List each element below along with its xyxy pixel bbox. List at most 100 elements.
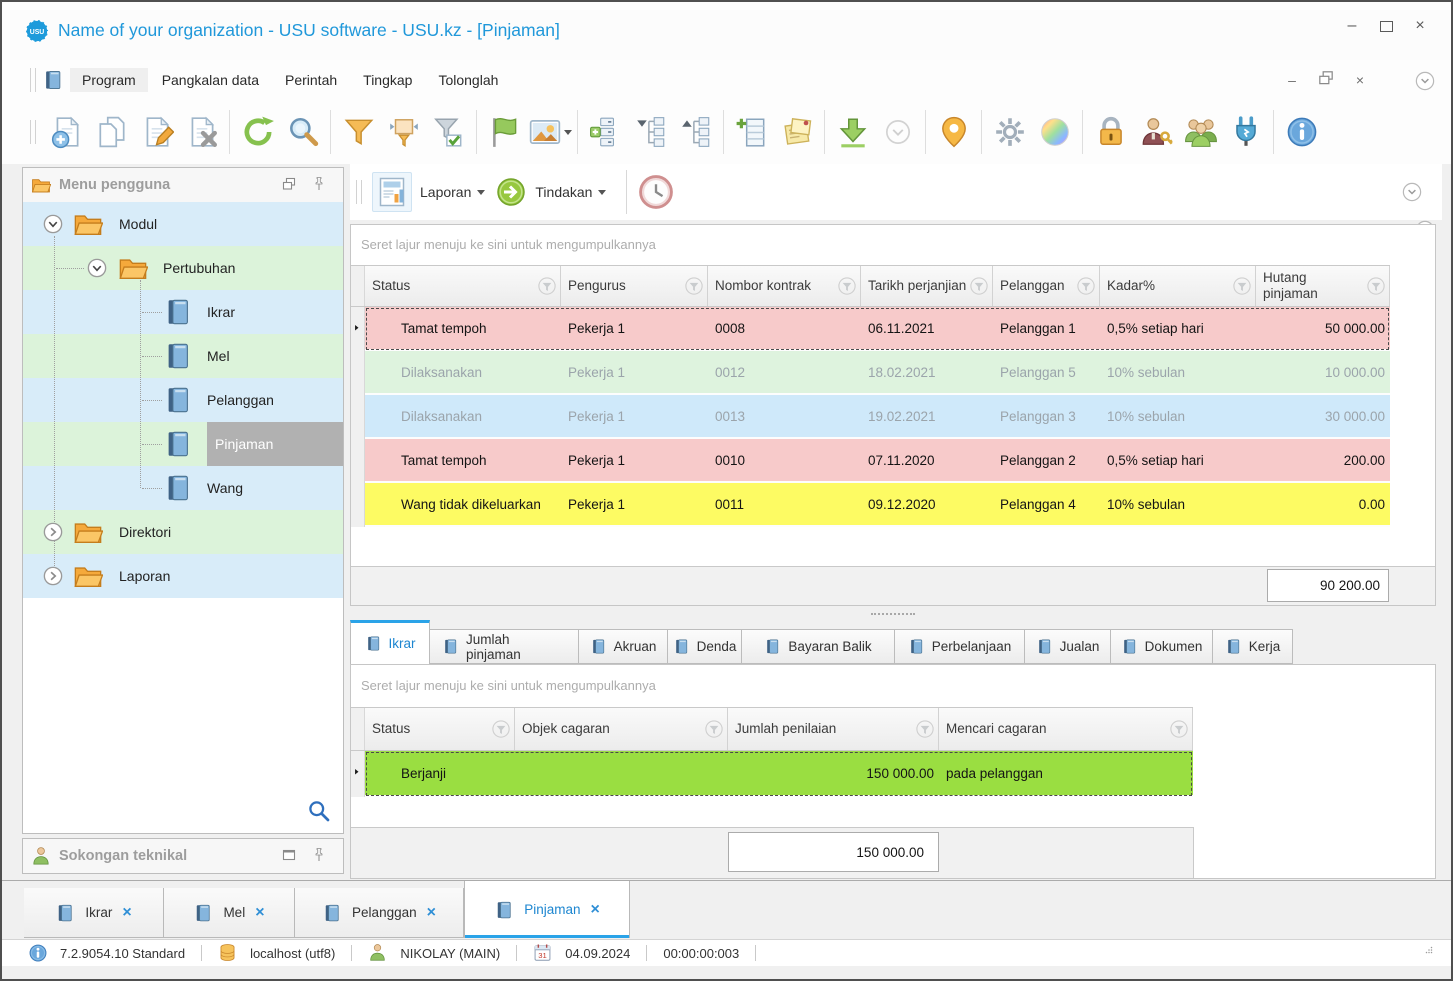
toolbar-grip[interactable] [30,120,36,144]
collapse-node-icon[interactable] [41,212,65,236]
filter-icon[interactable] [1076,276,1096,296]
detail-tab-bayaran-balik[interactable]: Bayaran Balik [742,629,895,664]
column-header-tarikh-perjanjian[interactable]: Tarikh perjanjian [861,266,993,306]
filter-icon[interactable] [1232,276,1252,296]
child-restore-button[interactable] [1313,69,1339,91]
report-button[interactable]: Laporan [372,172,486,212]
detail-tab-kerja[interactable]: Kerja [1213,629,1293,664]
detail-tab-dokumen[interactable]: Dokumen [1111,629,1213,664]
support-panel[interactable]: Sokongan teknikal [22,838,344,874]
user-key-button[interactable] [1133,109,1178,155]
close-tab-icon[interactable]: × [427,904,436,921]
copy-record-button[interactable] [89,109,134,155]
detail-tab-jumlah-pinjaman[interactable]: Jumlah pinjaman [430,629,579,664]
filter-icon[interactable] [1366,276,1386,296]
grid-row[interactable]: Berjanji 150 000.00 pada pelanggan [351,751,1193,797]
image-button[interactable] [527,109,572,155]
column-header-pelanggan[interactable]: Pelanggan [993,266,1100,306]
filter-icon[interactable] [969,276,989,296]
column-header-objek-cagaran[interactable]: Objek cagaran [515,708,728,750]
column-header-pengurus[interactable]: Pengurus [561,266,708,306]
date-text[interactable]: 04.09.2024 [565,946,630,961]
expand-tree-button[interactable] [673,109,718,155]
resize-grip[interactable] [1425,946,1441,962]
tree-search-icon[interactable] [307,799,331,823]
sidebar-item-wang[interactable]: Wang [23,466,343,510]
settings-button[interactable] [987,109,1032,155]
menu-item-program[interactable]: Program [70,68,148,92]
menu-item-tolonglah[interactable]: Tolonglah [426,68,510,92]
edit-record-button[interactable] [134,109,179,155]
lock-button[interactable] [1088,109,1133,155]
sidebar-item-pelanggan[interactable]: Pelanggan [23,378,343,422]
chevron-mini-button[interactable] [875,109,920,155]
close-tab-icon[interactable]: × [255,904,264,921]
actionsbar-grip[interactable] [356,180,362,204]
sidebar-item-pinjaman[interactable]: Pinjaman [23,422,343,466]
action-button[interactable]: Tindakan [495,176,607,208]
refresh-button[interactable] [235,109,280,155]
user-text[interactable]: NIKOLAY (MAIN) [400,946,500,961]
column-header-mencari-cagaran[interactable]: Mencari cagaran [939,708,1193,750]
grid-row[interactable]: Wang tidak dikeluarkan Pekerja 1 0011 09.12… [351,483,1390,527]
document-tab-pelanggan[interactable]: Pelanggan × [295,888,464,938]
sidebar-item-modul[interactable]: Modul [23,202,343,246]
column-header-status[interactable]: Status [365,266,561,306]
maximize-button[interactable] [1371,14,1401,38]
menubar-grip[interactable] [30,68,36,92]
panel-float-icon[interactable] [281,176,299,194]
document-tab-pinjaman[interactable]: Pinjaman × [464,881,630,938]
child-minimize-button[interactable]: – [1279,69,1305,91]
info-button[interactable] [1279,109,1324,155]
minimize-button[interactable]: – [1337,14,1367,38]
users-button[interactable] [1178,109,1223,155]
plug-button[interactable] [1223,109,1268,155]
sidebar-item-direktori[interactable]: Direktori [23,510,343,554]
detail-tab-akruan[interactable]: Akruan [579,629,668,664]
filter-icon[interactable] [684,276,704,296]
menu-item-pangkalan-data[interactable]: Pangkalan data [150,68,271,92]
sidebar-item-laporan[interactable]: Laporan [23,554,343,598]
sidebar-item-pertubuhan[interactable]: Pertubuhan [23,246,343,290]
collapse-node-icon[interactable] [85,256,109,280]
close-tab-icon[interactable]: × [590,901,599,918]
filter-icon[interactable] [704,719,724,739]
filter-icon[interactable] [837,276,857,296]
detail-group-by-panel[interactable]: Seret lajur menuju ke sini untuk mengump… [351,665,1435,707]
document-tab-mel[interactable]: Mel × [164,888,295,938]
column-header-nombor-kontrak[interactable]: Nombor kontrak [708,266,861,306]
filter-custom-button[interactable] [381,109,426,155]
support-pin-icon[interactable] [311,847,329,865]
filter-icon[interactable] [537,276,557,296]
support-maximize-icon[interactable] [281,847,299,865]
search-button[interactable] [280,109,325,155]
location-button[interactable] [931,109,976,155]
document-tab-ikrar[interactable]: Ikrar × [24,888,164,938]
timer-button[interactable] [637,173,675,211]
sidebar-item-mel[interactable]: Mel [23,334,343,378]
detail-tab-denda[interactable]: Denda [668,629,742,664]
grid-row[interactable]: Dilaksanakan Pekerja 1 0013 19.02.2021 Pelan… [351,395,1390,439]
filter-button[interactable] [336,109,381,155]
add-record-button[interactable] [44,109,89,155]
delete-record-button[interactable] [179,109,224,155]
expand-groups-button[interactable] [583,109,628,155]
actionsbar-overflow-chevron-icon[interactable] [1400,180,1424,204]
filter-icon[interactable] [491,719,511,739]
close-button[interactable]: × [1405,14,1435,38]
export-button[interactable] [830,109,875,155]
column-header-status[interactable]: Status [365,708,515,750]
detail-tab-jualan[interactable]: Jualan [1025,629,1111,664]
expand-node-icon[interactable] [41,564,65,588]
detail-tab-perbelanjaan[interactable]: Perbelanjaan [895,629,1025,664]
menubar-overflow-chevron-icon[interactable] [1413,69,1437,93]
column-header-hutang-pinjaman[interactable]: Hutang pinjaman [1256,266,1390,306]
column-header-kadar[interactable]: Kadar% [1100,266,1256,306]
splitter-handle[interactable] [350,606,1436,620]
grid-row[interactable]: Dilaksanakan Pekerja 1 0012 18.02.2021 Pelan… [351,351,1390,395]
panel-pin-icon[interactable] [311,176,329,194]
grid-row[interactable]: Tamat tempoh Pekerja 1 0008 06.11.2021 Pelan… [351,307,1390,351]
child-close-button[interactable]: × [1347,69,1373,91]
flag-button[interactable] [482,109,527,155]
sidebar-item-ikrar[interactable]: Ikrar [23,290,343,334]
